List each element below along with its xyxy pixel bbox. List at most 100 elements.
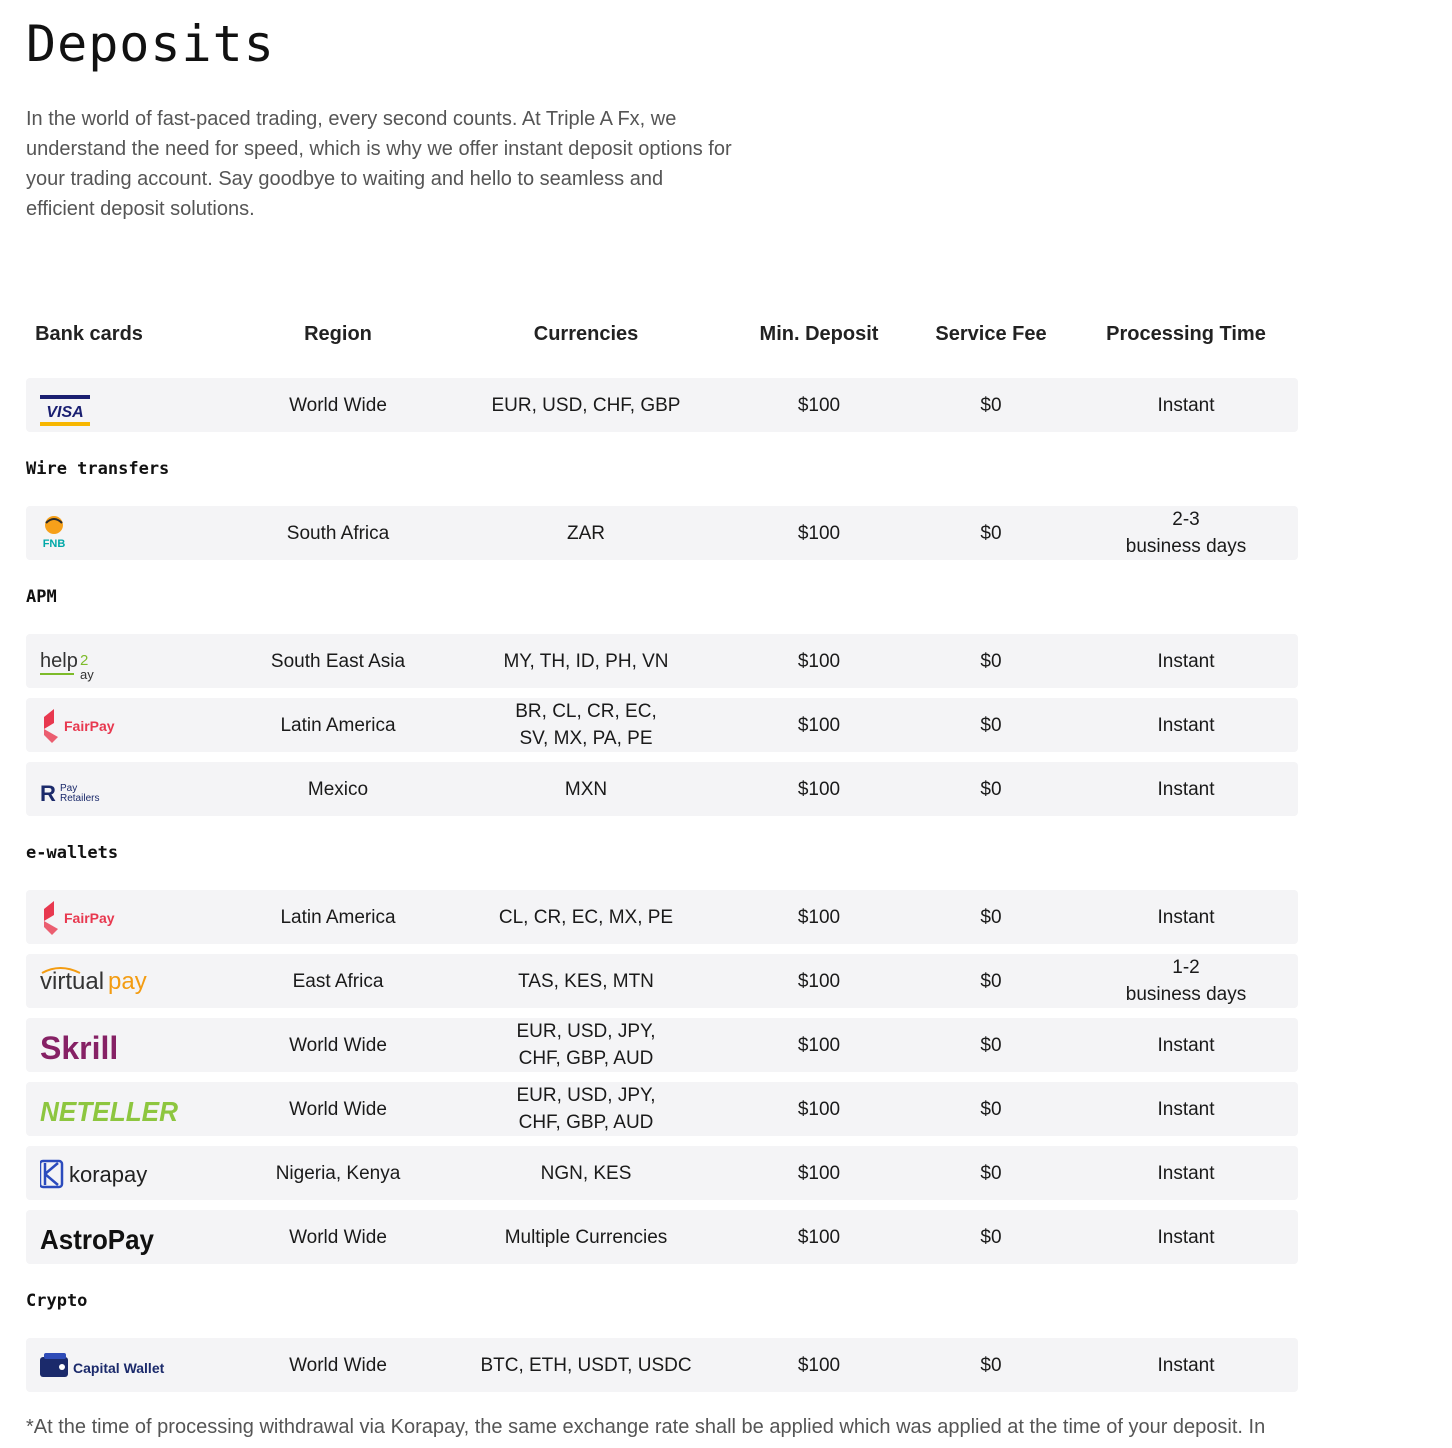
processing-time-cell: Instant (1157, 778, 1215, 800)
currencies-cell: EUR, USD, CHF, GBP (491, 394, 681, 416)
header-service-fee: Service Fee (935, 323, 1047, 345)
currencies-cell: TAS, KES, MTN (518, 970, 654, 992)
region-cell: Mexico (307, 778, 369, 800)
skrill-logo: Skrill (26, 1018, 260, 1072)
svg-text:FairPay: FairPay (64, 910, 115, 926)
help2pay-logo: help 2 ay (26, 634, 260, 688)
service-fee-cell: $0 (980, 970, 1002, 992)
section-e-wallets: e-wallets (26, 843, 119, 863)
astropay-logo: AstroPay (26, 1210, 260, 1264)
min-deposit-cell: $100 (797, 1098, 841, 1120)
table-row: NETELLER World Wide EUR, USD, JPY, CHF, GB… (26, 1082, 1298, 1136)
table-header: Bank cards Region Currencies Min. Deposi… (26, 312, 1298, 356)
currencies-cell: ZAR (567, 522, 605, 544)
svg-text:FNB: FNB (43, 538, 66, 550)
min-deposit-cell: $100 (797, 906, 841, 928)
svg-text:korapay: korapay (69, 1162, 147, 1187)
table-row: Capital Wallet World Wide BTC, ETH, USDT, … (26, 1338, 1298, 1392)
service-fee-cell: $0 (980, 1034, 1002, 1056)
min-deposit-cell: $100 (797, 650, 841, 672)
header-currencies: Currencies (533, 323, 639, 345)
astropay-logo-graphic: AstroPay (40, 1224, 154, 1255)
service-fee-cell: $0 (980, 522, 1002, 544)
service-fee-cell: $0 (980, 1354, 1002, 1376)
help2pay-logo-graphic: help 2 ay (40, 650, 94, 682)
min-deposit-cell: $100 (797, 1034, 841, 1056)
processing-time-cell: Instant (1157, 394, 1215, 416)
fnb-logo-graphic: FNB (43, 516, 66, 550)
svg-text:FairPay: FairPay (64, 718, 115, 734)
table-row: korapay Nigeria, Kenya NGN, KES $100 $0 Insta… (26, 1146, 1298, 1200)
svg-text:Retailers: Retailers (60, 793, 99, 804)
service-fee-cell: $0 (980, 778, 1002, 800)
region-cell: East Africa (292, 970, 384, 992)
header-bank-cards: Bank cards (35, 323, 143, 345)
neteller-logo: NETELLER (26, 1082, 260, 1136)
table-row: help 2 ay South East Asia MY, TH, ID, PH,… (26, 634, 1298, 688)
section-crypto: Crypto (26, 1291, 88, 1311)
korapay-logo: korapay (26, 1146, 260, 1200)
page-title: Deposits (26, 15, 275, 73)
min-deposit-cell: $100 (797, 1226, 841, 1248)
service-fee-cell: $0 (980, 906, 1002, 928)
min-deposit-cell: $100 (797, 714, 841, 736)
min-deposit-cell: $100 (797, 1354, 841, 1376)
currencies-cell: EUR, USD, JPY, CHF, GBP, AUD (516, 1021, 656, 1069)
svg-text:Skrill: Skrill (40, 1030, 118, 1066)
visa-logo-graphic: VISA (40, 395, 90, 426)
processing-time-cell: Instant (1157, 1098, 1215, 1120)
processing-time-cell: Instant (1157, 1034, 1215, 1056)
table-row: R Pay Retailers Mexico MXN $100 $0 Instant (26, 762, 1298, 816)
region-cell: South East Asia (270, 650, 406, 672)
table-row: virtual pay East Africa TAS, KES, MTN $100… (26, 954, 1298, 1008)
table-row: VISA World Wide EUR, USD, CHF, GBP $100 $0 In… (26, 378, 1298, 432)
section-apm: APM (26, 587, 57, 607)
svg-text:virtual: virtual (40, 968, 104, 995)
svg-text:pay: pay (108, 968, 147, 995)
region-cell: Latin America (280, 714, 396, 736)
virtualpay-logo-graphic: virtual pay (40, 967, 147, 995)
processing-time-cell: Instant (1157, 906, 1215, 928)
service-fee-cell: $0 (980, 1098, 1002, 1120)
min-deposit-cell: $100 (797, 970, 841, 992)
currencies-cell: BTC, ETH, USDT, USDC (480, 1354, 692, 1376)
region-cell: World Wide (289, 1098, 387, 1120)
payretailers-logo: R Pay Retailers (26, 762, 260, 816)
capital-wallet-logo-graphic: Capital Wallet (40, 1353, 165, 1377)
fairpay-logo: FairPay (26, 890, 260, 944)
region-cell: South Africa (286, 522, 390, 544)
min-deposit-cell: $100 (797, 1162, 841, 1184)
table-row: AstroPay World Wide Multiple Currencies $10… (26, 1210, 1298, 1264)
region-cell: World Wide (289, 394, 387, 416)
payretailers-logo-graphic: R Pay Retailers (40, 781, 99, 806)
region-cell: World Wide (289, 1034, 387, 1056)
svg-text:AstroPay: AstroPay (40, 1224, 154, 1255)
footnote: *At the time of processing withdrawal vi… (26, 1416, 1266, 1438)
processing-time-cell: Instant (1157, 714, 1215, 736)
svg-text:NETELLER: NETELLER (40, 1096, 179, 1127)
processing-time-cell: 2-3 business days (1125, 509, 1247, 557)
svg-text:R: R (40, 781, 56, 806)
table-row: FNB South Africa ZAR $100 $0 2-3 business day… (26, 506, 1298, 560)
service-fee-cell: $0 (980, 1226, 1002, 1248)
header-processing-time: Processing Time (1106, 323, 1266, 345)
currencies-cell: Multiple Currencies (504, 1226, 668, 1248)
table-row: FairPay Latin America CL, CR, EC, MX, PE $1… (26, 890, 1298, 944)
fnb-logo: FNB (26, 506, 260, 560)
intro-text: In the world of fast-paced trading, ever… (26, 108, 732, 220)
capital-wallet-logo: Capital Wallet (26, 1338, 260, 1392)
korapay-logo-graphic: korapay (40, 1159, 147, 1189)
svg-text:ay: ay (80, 667, 94, 682)
virtualpay-logo: virtual pay (26, 954, 260, 1008)
processing-time-cell: Instant (1157, 650, 1215, 672)
min-deposit-cell: $100 (797, 394, 841, 416)
currencies-cell: BR, CL, CR, EC, SV, MX, PA, PE (515, 701, 657, 749)
fairpay-logo: FairPay (26, 698, 260, 752)
region-cell: Nigeria, Kenya (275, 1162, 401, 1184)
service-fee-cell: $0 (980, 394, 1002, 416)
currencies-cell: MXN (564, 778, 608, 800)
section-wire-transfers: Wire transfers (26, 459, 170, 479)
min-deposit-cell: $100 (797, 522, 841, 544)
visa-logo: VISA (26, 378, 260, 432)
currencies-cell: CL, CR, EC, MX, PE (498, 906, 674, 928)
